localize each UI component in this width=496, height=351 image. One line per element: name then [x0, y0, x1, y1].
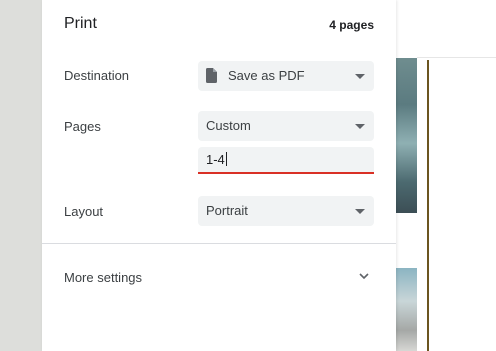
layout-label: Layout	[64, 204, 104, 219]
layout-select[interactable]: Portrait	[198, 196, 374, 226]
preview-page-rule	[427, 60, 429, 351]
pages-value: Custom	[206, 118, 251, 133]
destination-select[interactable]: Save as PDF	[198, 61, 374, 91]
pages-label: Pages	[64, 119, 101, 134]
preview-image-bottom	[396, 268, 417, 351]
chevron-down-icon	[359, 273, 369, 280]
dropdown-arrow-icon	[355, 124, 365, 129]
preview-image-top	[396, 58, 417, 213]
more-settings-label: More settings	[64, 270, 143, 285]
section-divider	[42, 243, 396, 244]
page-range-input[interactable]: 1-4	[198, 147, 374, 174]
dropdown-arrow-icon	[355, 74, 365, 79]
layout-value: Portrait	[206, 203, 248, 218]
text-cursor	[225, 152, 227, 166]
more-settings-toggle[interactable]: More settings	[42, 258, 396, 298]
page-range-value: 1-4	[206, 152, 225, 167]
document-icon	[206, 68, 217, 83]
dialog-title: Print	[64, 15, 97, 32]
dropdown-arrow-icon	[355, 209, 365, 214]
destination-value: Save as PDF	[228, 68, 305, 83]
pages-select[interactable]: Custom	[198, 111, 374, 141]
page-count: 4 pages	[329, 18, 374, 32]
print-settings-panel: Print 4 pages Destination Save as PDF Pa…	[42, 0, 396, 351]
preview-page-edge	[417, 57, 496, 58]
destination-label: Destination	[64, 68, 130, 83]
